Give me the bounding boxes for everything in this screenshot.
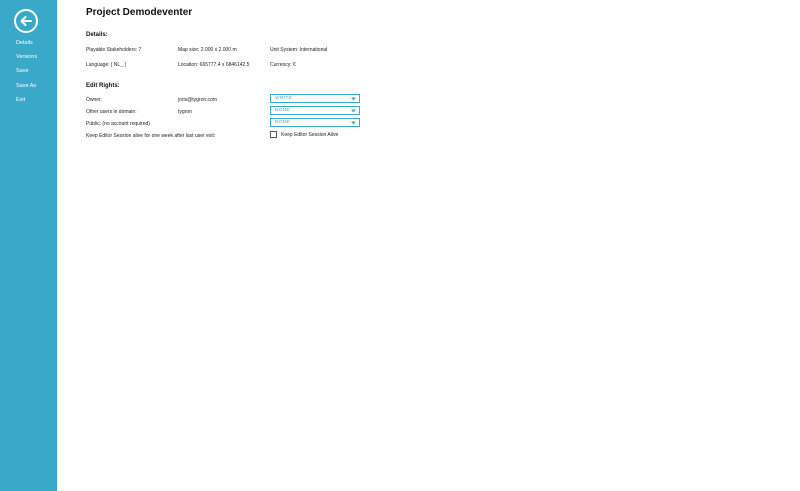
sidebar-item-details[interactable]: Details bbox=[16, 40, 33, 46]
page-title: Project Demodeventer bbox=[86, 7, 193, 18]
edit-rights-heading: Edit Rights: bbox=[86, 83, 120, 89]
sidebar-item-exit[interactable]: Exit bbox=[16, 97, 25, 103]
sidebar-item-save[interactable]: Save bbox=[16, 68, 29, 74]
public-rights-value: NONE bbox=[275, 120, 291, 125]
chevron-down-icon bbox=[351, 109, 356, 113]
sidebar: Details Versions Save Save As Exit bbox=[0, 0, 57, 491]
unit-system-text: Unit System: International bbox=[270, 47, 328, 53]
location-text: Location: 665777.4 x 6846142.5 bbox=[178, 62, 250, 68]
keep-session-checkbox-label[interactable]: Keep Editor Session Alive bbox=[281, 132, 338, 138]
back-button[interactable] bbox=[14, 9, 38, 33]
chevron-down-icon bbox=[351, 121, 356, 125]
owner-label: Owner: bbox=[86, 97, 103, 103]
owner-rights-value: WRITE bbox=[275, 96, 292, 101]
details-heading: Details: bbox=[86, 32, 108, 38]
domain-rights-select[interactable]: NONE bbox=[270, 106, 360, 115]
language-text: Language: [ NL_ ] bbox=[86, 62, 126, 68]
owner-rights-select[interactable]: WRITE bbox=[270, 94, 360, 103]
owner-value: joris@tygron.com bbox=[178, 97, 217, 103]
public-rights-select[interactable]: NONE bbox=[270, 118, 360, 127]
sidebar-item-save-as[interactable]: Save As bbox=[16, 83, 36, 89]
chevron-down-icon bbox=[351, 97, 356, 101]
stakeholders-text: Playable Stakeholders: 7 bbox=[86, 47, 142, 53]
keep-session-checkbox[interactable] bbox=[270, 131, 277, 138]
currency-text: Currency: € bbox=[270, 62, 296, 68]
domain-rights-value: NONE bbox=[275, 108, 291, 113]
keep-session-label: Keep Editor Session alive for one week a… bbox=[86, 133, 216, 139]
public-label: Public: (no account required) bbox=[86, 121, 150, 127]
domain-label: Other users in domain: bbox=[86, 109, 137, 115]
domain-value: tygron bbox=[178, 109, 192, 115]
back-arrow-icon bbox=[20, 16, 32, 26]
sidebar-item-versions[interactable]: Versions bbox=[16, 54, 37, 60]
map-size-text: Map size: 2.000 x 2.000 m bbox=[178, 47, 237, 53]
